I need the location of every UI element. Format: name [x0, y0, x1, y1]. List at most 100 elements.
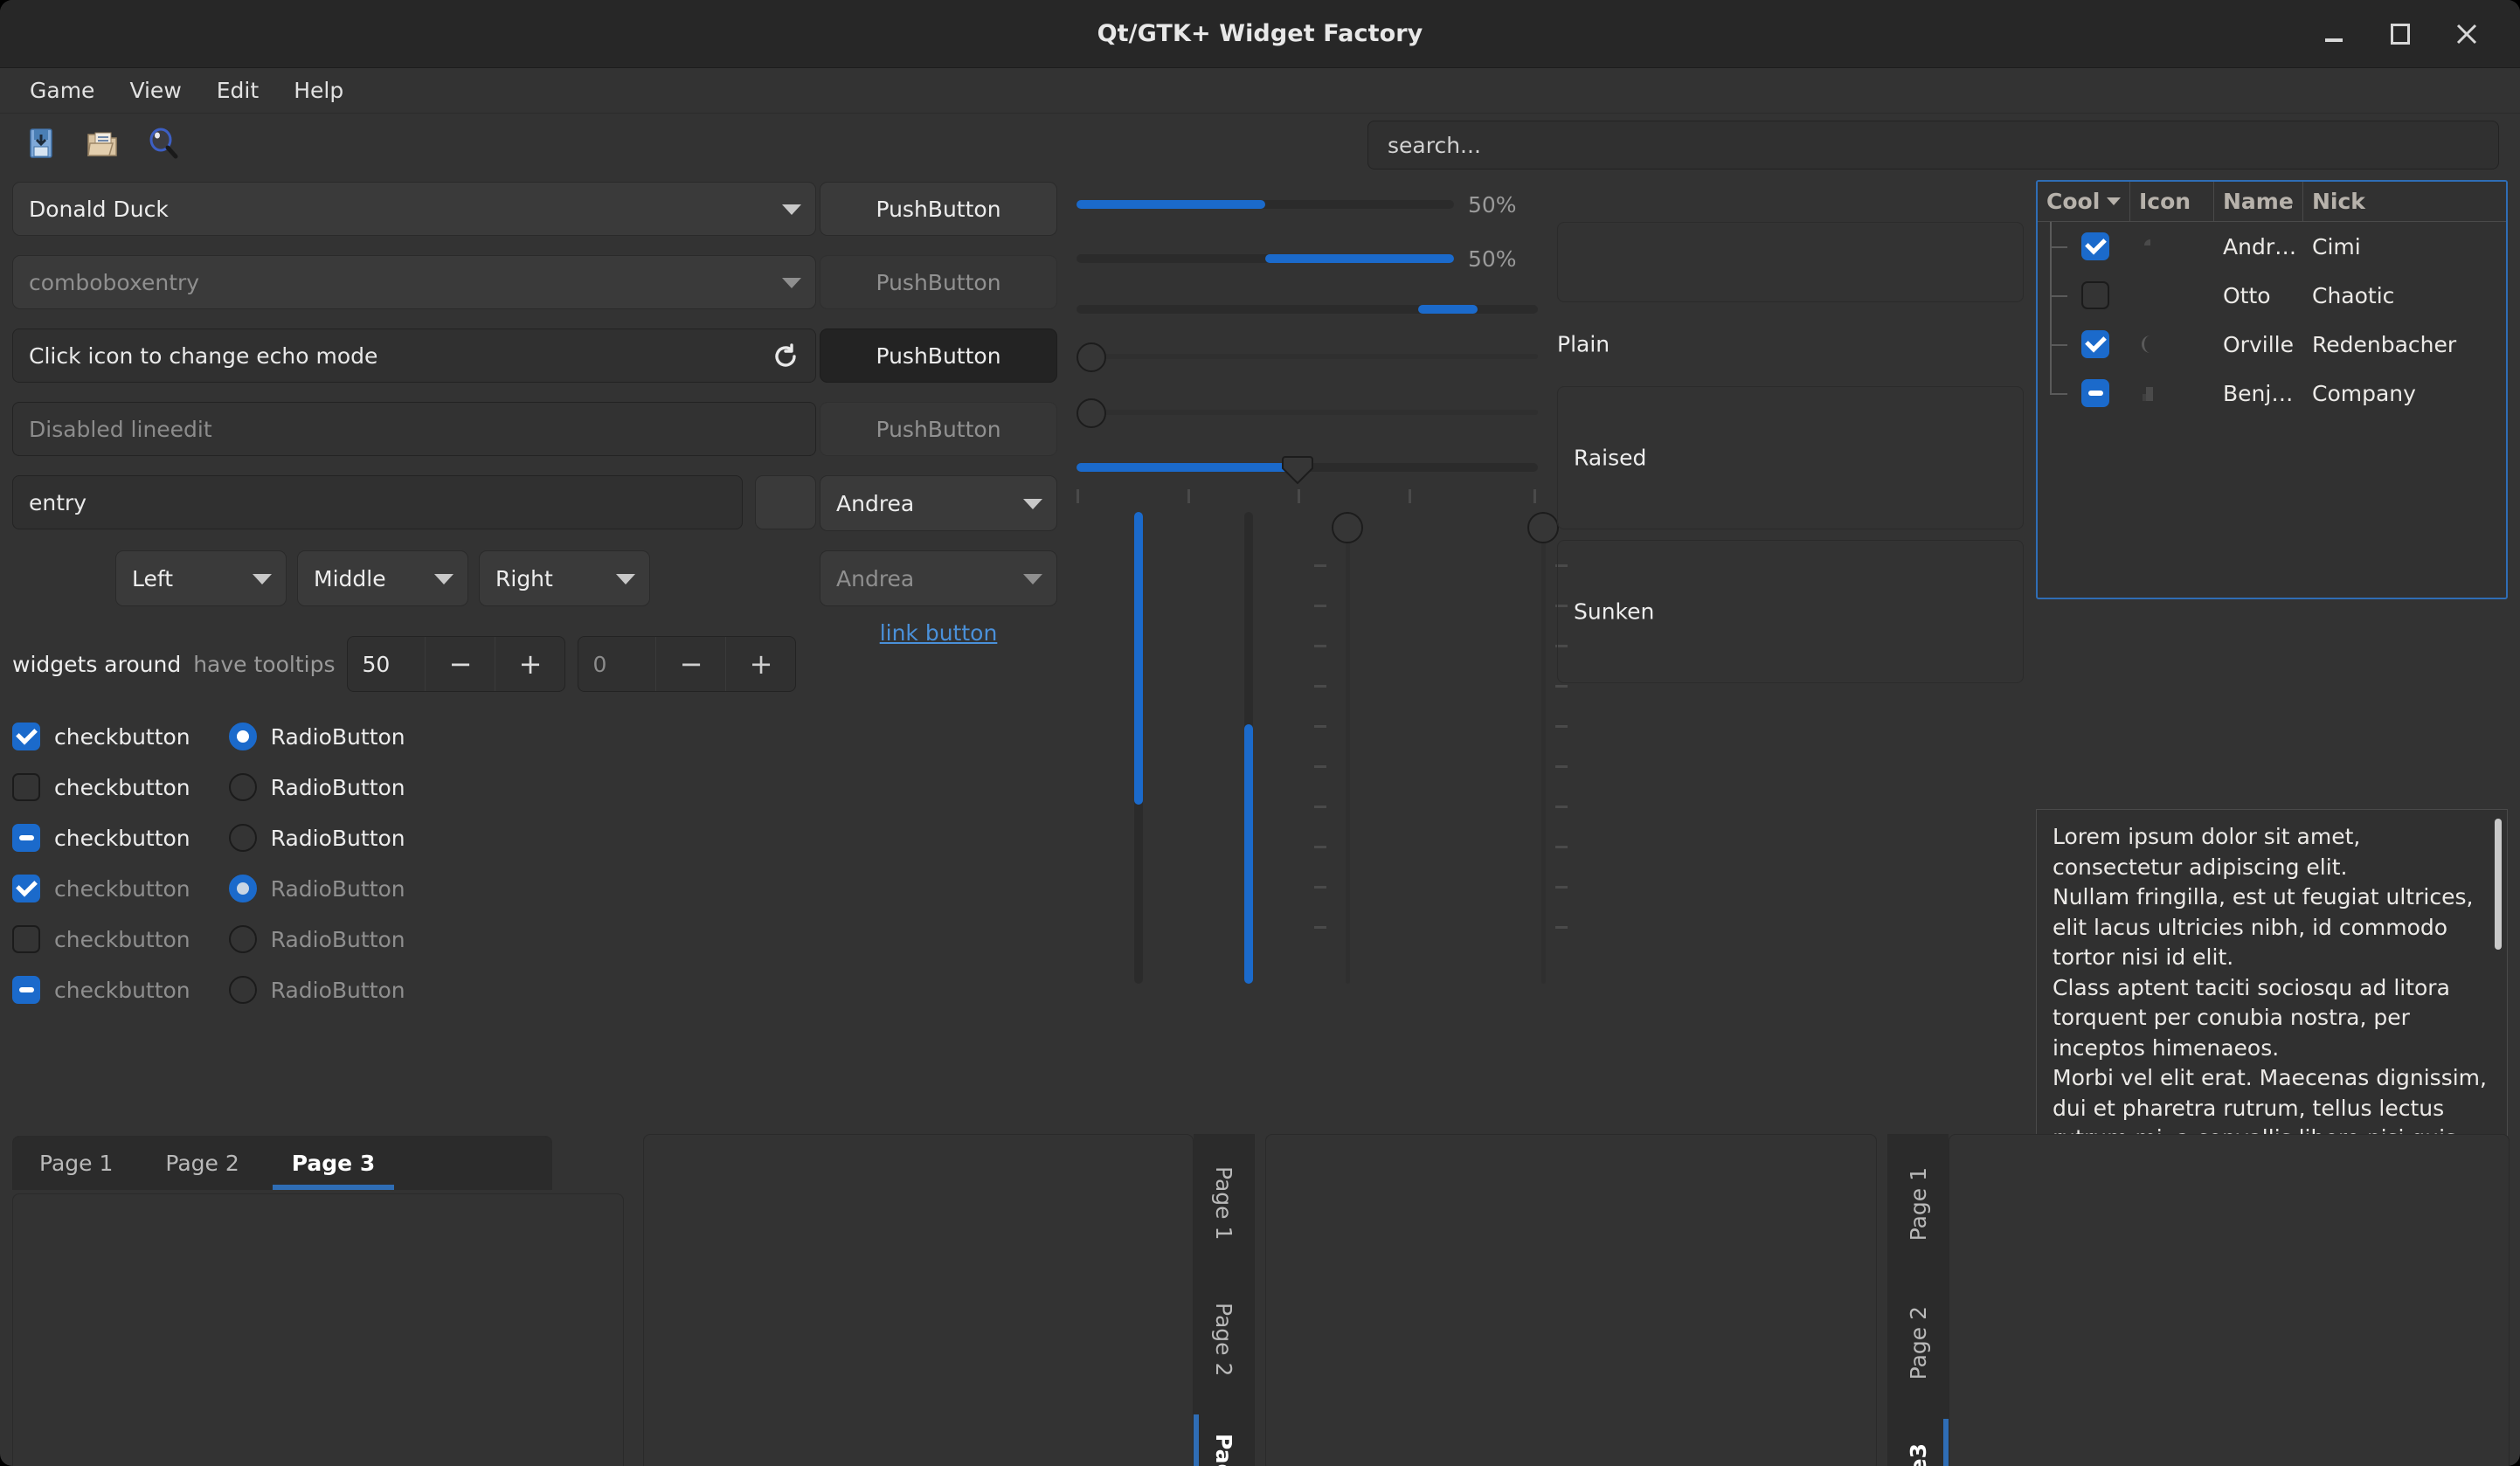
menu-item-game[interactable]: Game — [12, 73, 112, 108]
menubar: Game View Edit Help — [0, 68, 2520, 114]
tab-page-1[interactable]: Page 1 — [13, 1137, 139, 1190]
check-radio-row: checkbutton RadioButton — [12, 813, 816, 863]
treeview-column-icon-label: Icon — [2139, 189, 2191, 214]
search-magnifier-icon — [146, 126, 181, 161]
pushbutton-2-disabled: PushButton — [820, 255, 1057, 309]
textview-scrollbar[interactable] — [2495, 819, 2502, 950]
table-row[interactable]: Andr… Cimi — [2038, 222, 2506, 271]
align-left-combo[interactable]: Left — [115, 550, 287, 606]
checkbutton-2[interactable] — [12, 773, 40, 801]
vprogressbar-1-fill — [1134, 512, 1143, 805]
textview-content[interactable]: Lorem ipsum dolor sit amet, consectetur … — [2037, 810, 2507, 1169]
link-button[interactable]: link button — [880, 620, 998, 646]
tree-expander-line — [2038, 369, 2073, 418]
vtab-right-page-3[interactable]: Page3 — [1888, 1412, 1949, 1466]
chevron-down-icon — [1023, 574, 1042, 584]
activity-bar — [1077, 305, 1538, 314]
hslider-2[interactable] — [1077, 395, 1538, 430]
search-input[interactable] — [1367, 121, 2499, 169]
treeview-column-cool[interactable]: Cool — [2038, 182, 2130, 221]
comboboxentry-placeholder: comboboxentry — [29, 270, 199, 295]
row-4-cool-checkbox[interactable] — [2081, 379, 2109, 407]
checkbutton-1[interactable] — [12, 723, 40, 750]
frame-raised-label: Raised — [1574, 446, 1646, 471]
radiobutton-2[interactable] — [229, 773, 257, 801]
echo-mode-entry[interactable]: Click icon to change echo mode — [12, 328, 816, 383]
hscale-with-marks[interactable] — [1077, 451, 1538, 507]
close-button[interactable] — [2452, 19, 2482, 49]
spinbutton-enabled-increment[interactable]: + — [495, 637, 564, 691]
frame-empty-top — [1557, 222, 2024, 302]
hslider-1-knob[interactable] — [1077, 342, 1106, 372]
vslider-1-track — [1346, 512, 1350, 984]
blank-square-button[interactable] — [755, 475, 816, 529]
check-radio-grid: checkbutton RadioButton checkbutton Radi… — [12, 711, 816, 1015]
notebook-vertical-left-page — [643, 1134, 1194, 1466]
spinbutton-enabled[interactable]: 50 − + — [347, 636, 565, 692]
font-combo-disabled-value: Andrea — [836, 566, 914, 591]
vtab-right-page-1[interactable]: Page 1 — [1888, 1135, 1949, 1274]
spinbutton-disabled-value: 0 — [578, 637, 655, 691]
progressbar-row-2: 50% — [1077, 236, 1538, 281]
radiobutton-1[interactable] — [229, 723, 257, 750]
vtab-page-1[interactable]: Page 1 — [1194, 1135, 1254, 1271]
check-radio-row: checkbutton RadioButton — [12, 863, 816, 914]
tab-page-2[interactable]: Page 2 — [139, 1137, 265, 1190]
table-row[interactable]: Orville Redenbacher — [2038, 320, 2506, 369]
treeview-column-name[interactable]: Name — [2214, 182, 2303, 221]
textview[interactable]: Lorem ipsum dolor sit amet, consectetur … — [2036, 809, 2508, 1169]
checkbutton-3[interactable] — [12, 824, 40, 852]
activity-bar-row — [1077, 287, 1538, 332]
spinbutton-enabled-decrement[interactable]: − — [425, 637, 495, 691]
checkbutton-4-label: checkbutton — [54, 876, 190, 902]
pushbutton-3-pressed[interactable]: PushButton — [820, 328, 1057, 383]
half-moon-icon — [2139, 333, 2162, 356]
hslider-1[interactable] — [1077, 339, 1538, 374]
pushbutton-4-disabled: PushButton — [820, 402, 1057, 456]
vslider-1[interactable] — [1328, 512, 1367, 984]
vtab-page-2[interactable]: Page 2 — [1194, 1271, 1254, 1407]
comboboxentry[interactable]: comboboxentry — [12, 255, 816, 309]
vtab-page-3[interactable]: Page 3 — [1194, 1407, 1254, 1466]
open-folder-button[interactable] — [75, 118, 129, 169]
name-combo[interactable]: Donald Duck — [12, 182, 816, 236]
radiobutton-3[interactable] — [229, 824, 257, 852]
refresh-icon[interactable] — [772, 342, 800, 370]
find-button[interactable] — [136, 118, 190, 169]
align-middle-combo[interactable]: Middle — [297, 550, 468, 606]
alignment-combo-row: Left Middle Right — [115, 550, 816, 606]
hscale-fill — [1077, 463, 1298, 472]
checkbutton-6-label: checkbutton — [54, 978, 190, 1003]
row-1-cool-checkbox[interactable] — [2081, 232, 2109, 260]
vslider-1-knob[interactable] — [1332, 512, 1363, 543]
treeview[interactable]: Cool Icon Name Nick — [2036, 180, 2508, 599]
align-right-combo[interactable]: Right — [479, 550, 650, 606]
table-row[interactable]: Otto Chaotic — [2038, 271, 2506, 320]
hscale-knob[interactable] — [1282, 455, 1313, 481]
font-combo-enabled[interactable]: Andrea — [820, 475, 1057, 531]
building-icon — [2139, 382, 2162, 405]
entry-input[interactable]: entry — [12, 475, 743, 529]
hslider-2-knob[interactable] — [1077, 398, 1106, 428]
menu-item-view[interactable]: View — [112, 73, 198, 108]
row-2-cool-checkbox[interactable] — [2081, 281, 2109, 309]
chevron-down-icon — [434, 574, 453, 584]
name-combo-value: Donald Duck — [29, 197, 169, 222]
tree-expander-line — [2038, 320, 2073, 369]
vtab-right-page-2[interactable]: Page 2 — [1888, 1274, 1949, 1413]
treeview-column-icon[interactable]: Icon — [2130, 182, 2214, 221]
vslider-2-knob[interactable] — [1527, 512, 1559, 543]
row-3-name: Orville — [2214, 332, 2303, 357]
maximize-button[interactable] — [2385, 19, 2415, 49]
pushbutton-1[interactable]: PushButton — [820, 182, 1057, 236]
pushbutton-column: PushButton PushButton PushButton PushBut… — [820, 182, 1057, 646]
menu-item-help[interactable]: Help — [276, 73, 361, 108]
table-row[interactable]: Benj… Company — [2038, 369, 2506, 418]
menu-item-edit[interactable]: Edit — [199, 73, 276, 108]
row-3-cool-checkbox[interactable] — [2081, 330, 2109, 358]
tab-page-3[interactable]: Page 3 — [266, 1137, 401, 1190]
widget-factory-window: Qt/GTK+ Widget Factory Game View Edit He… — [0, 0, 2520, 1466]
minimize-button[interactable] — [2319, 19, 2349, 49]
save-button[interactable] — [14, 118, 68, 169]
treeview-column-nick[interactable]: Nick — [2303, 182, 2506, 221]
